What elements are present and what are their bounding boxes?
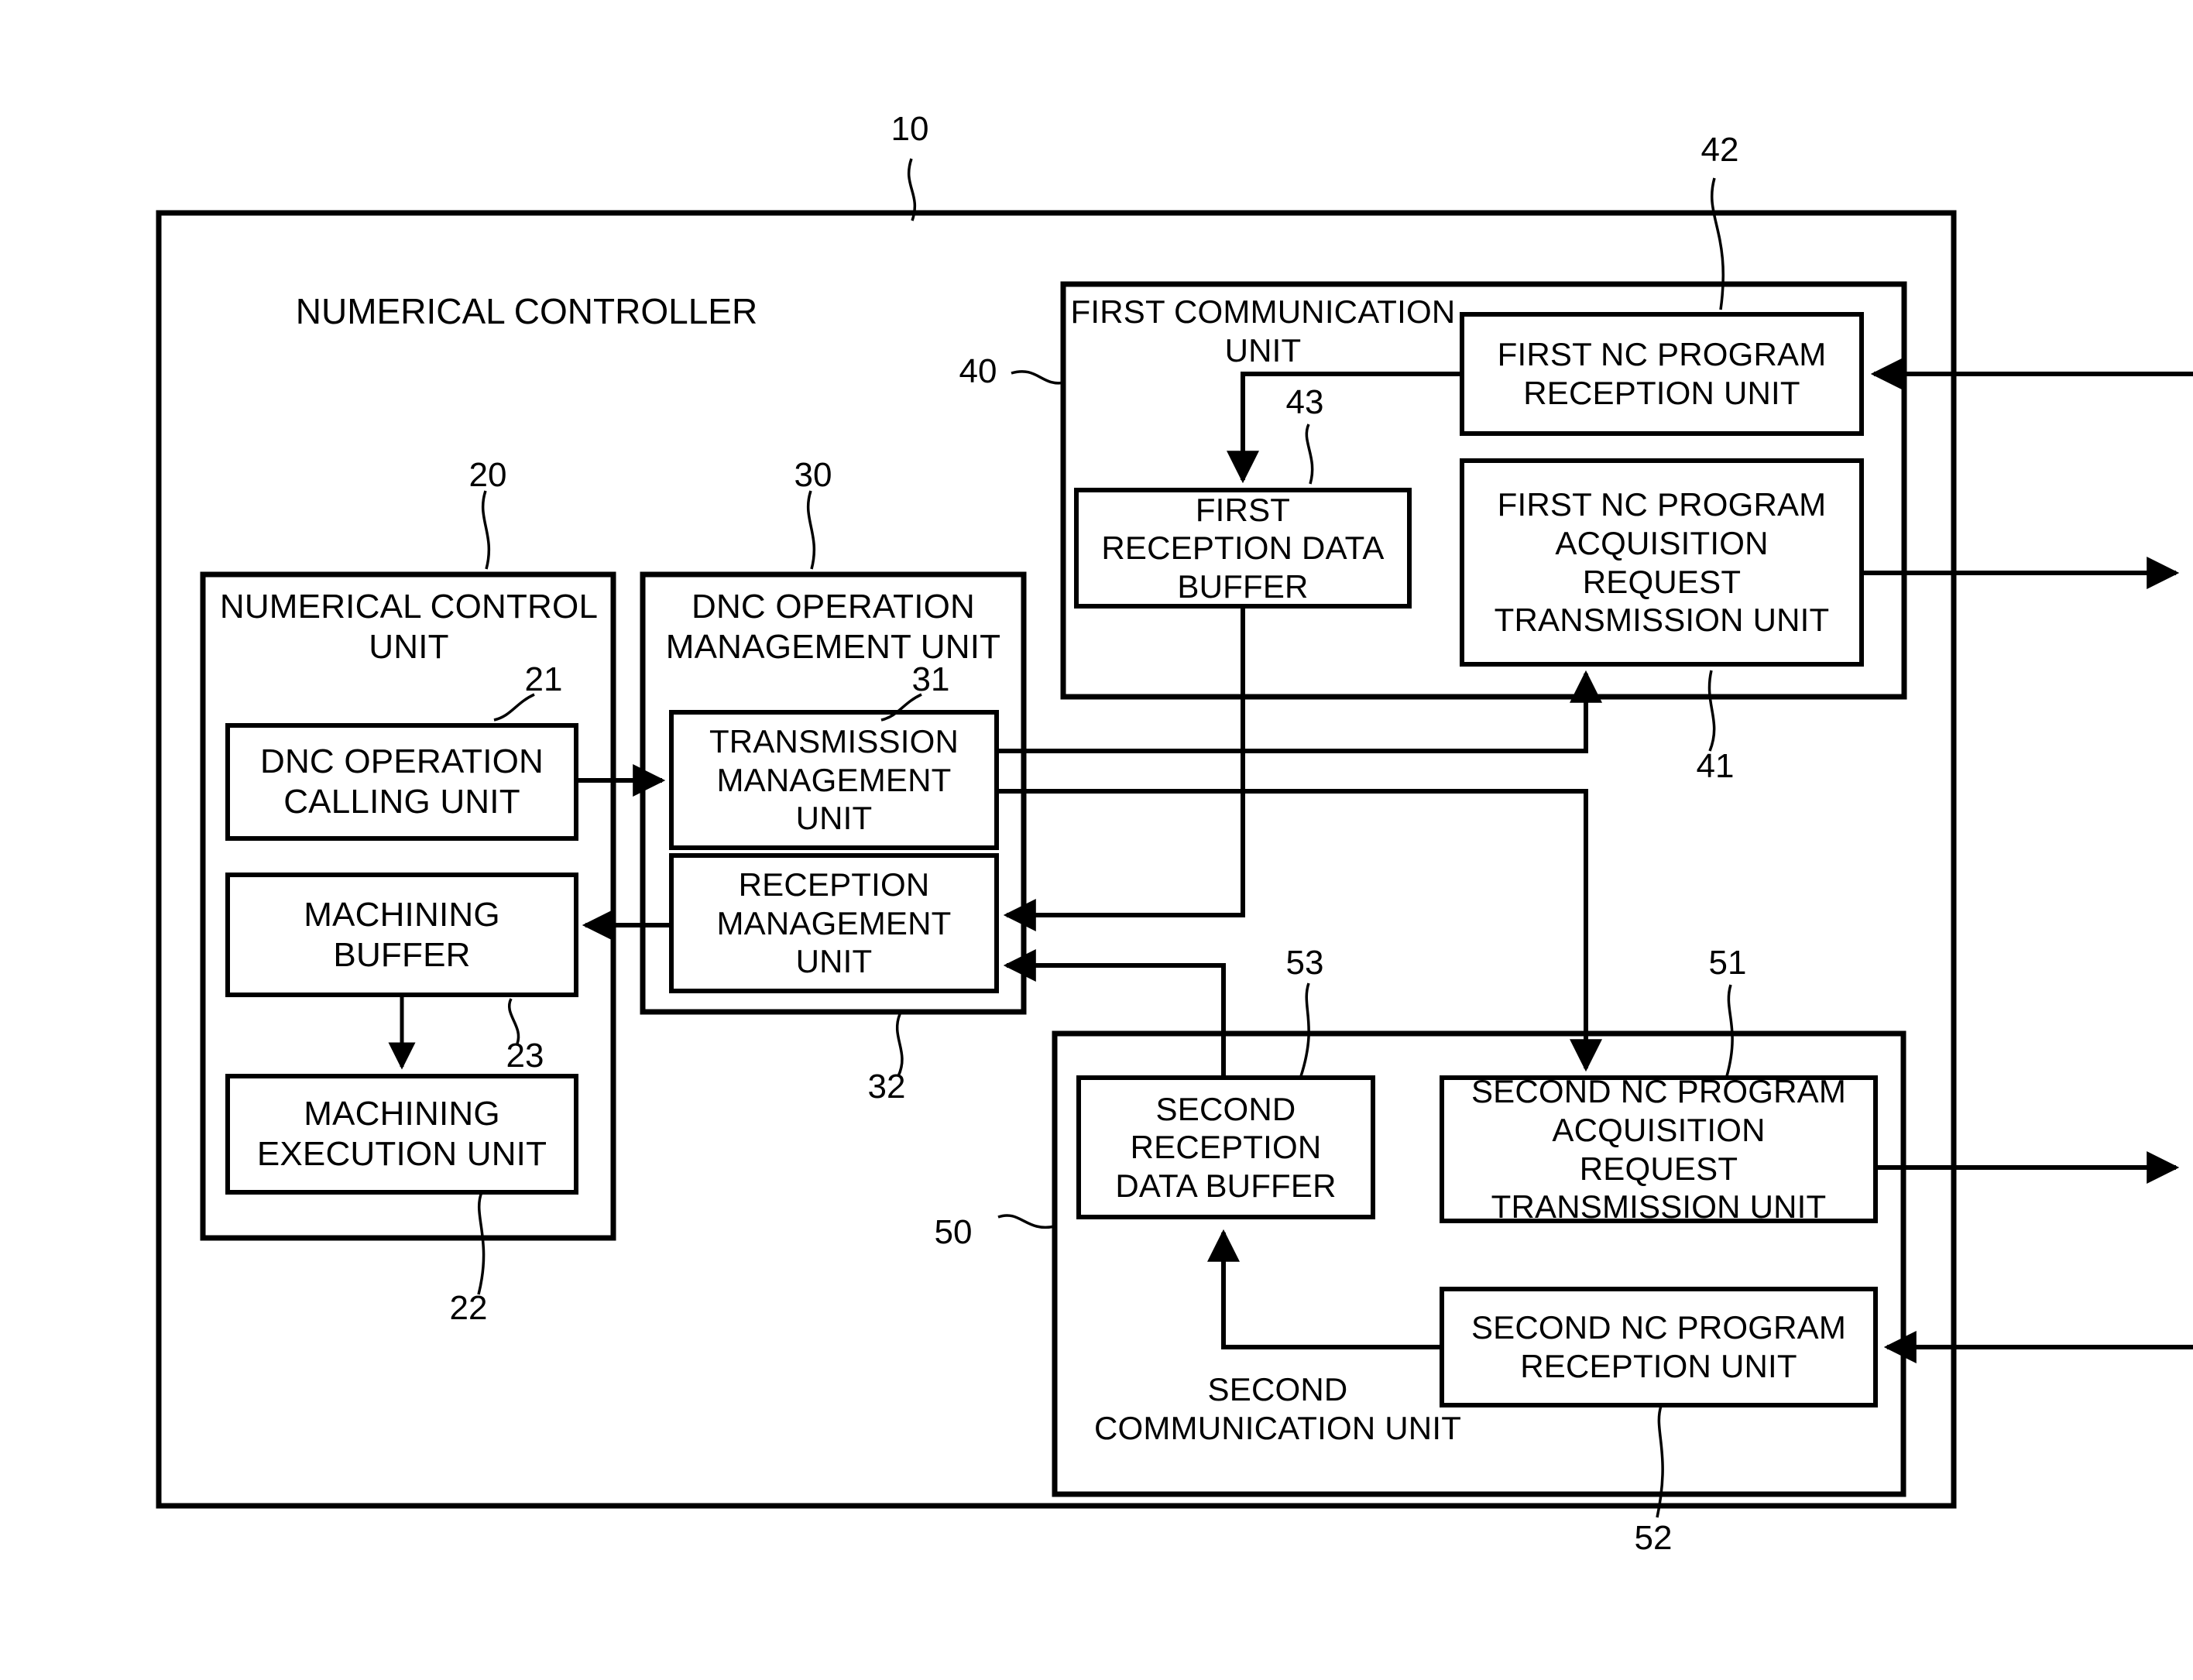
ref-52: 52	[1634, 1519, 1673, 1557]
ref-31: 31	[911, 660, 950, 698]
connector-transmission-to-first-acq-request	[997, 670, 1602, 753]
ref-42: 42	[1701, 131, 1739, 169]
leader-41	[1707, 670, 1716, 752]
second-nc-program-acquisition-request-transmission-unit-box	[1440, 1075, 1878, 1223]
leader-53	[1299, 982, 1310, 1077]
ref-40: 40	[959, 352, 997, 390]
leader-20	[481, 490, 491, 570]
ref-51: 51	[1708, 944, 1747, 982]
ref-53: 53	[1285, 944, 1324, 982]
ref-21: 21	[524, 660, 563, 698]
connector-first-buffer-to-reception-mgmt	[1003, 606, 1245, 931]
ref-23: 23	[506, 1037, 544, 1075]
leader-40	[1011, 370, 1066, 385]
machining-execution-unit-box	[225, 1074, 578, 1195]
connector-second-buffer-to-reception-mgmt	[1003, 949, 1226, 1078]
figure-canvas: NUMERICAL CONTROLLER 10 NUMERICAL CONTRO…	[0, 0, 2193, 1680]
connector-transmission-to-second-acq-request	[997, 789, 1602, 1072]
connector-second-reception-to-second-buffer	[1207, 1229, 1442, 1349]
second-reception-data-buffer-box	[1076, 1075, 1375, 1219]
ref-50: 50	[934, 1213, 973, 1251]
leader-51	[1725, 984, 1734, 1077]
leader-52	[1656, 1405, 1664, 1518]
leader-30	[806, 490, 816, 570]
dnc-operation-calling-unit-box	[225, 723, 578, 841]
reception-management-unit-box	[669, 853, 999, 993]
diagram-line-layer	[156, 158, 2193, 1518]
transmission-management-unit-box	[669, 710, 999, 850]
second-communication-unit-box	[1052, 1030, 1906, 1497]
ref-22: 22	[449, 1289, 488, 1327]
ref-43: 43	[1285, 383, 1324, 421]
leader-22	[477, 1191, 486, 1295]
ref-30: 30	[794, 456, 832, 494]
ref-20: 20	[468, 456, 507, 494]
machining-buffer-box	[225, 873, 578, 997]
first-reception-data-buffer-box	[1074, 488, 1412, 609]
dnc-operation-management-unit-box	[640, 571, 1027, 1015]
connector-first-reception-to-first-buffer	[1227, 372, 1462, 484]
leader-43	[1305, 423, 1314, 485]
leader-42	[1711, 177, 1725, 310]
first-nc-program-acquisition-request-transmission-unit-box	[1460, 458, 1864, 667]
ref-41: 41	[1696, 747, 1735, 785]
outer-title: NUMERICAL CONTROLLER	[295, 291, 758, 331]
leader-50	[997, 1214, 1055, 1229]
ref-32: 32	[867, 1068, 906, 1106]
first-nc-program-reception-unit-box	[1460, 312, 1864, 436]
leader-32	[895, 1013, 904, 1077]
second-nc-program-reception-unit-box	[1440, 1287, 1878, 1407]
ref-10: 10	[891, 110, 929, 148]
